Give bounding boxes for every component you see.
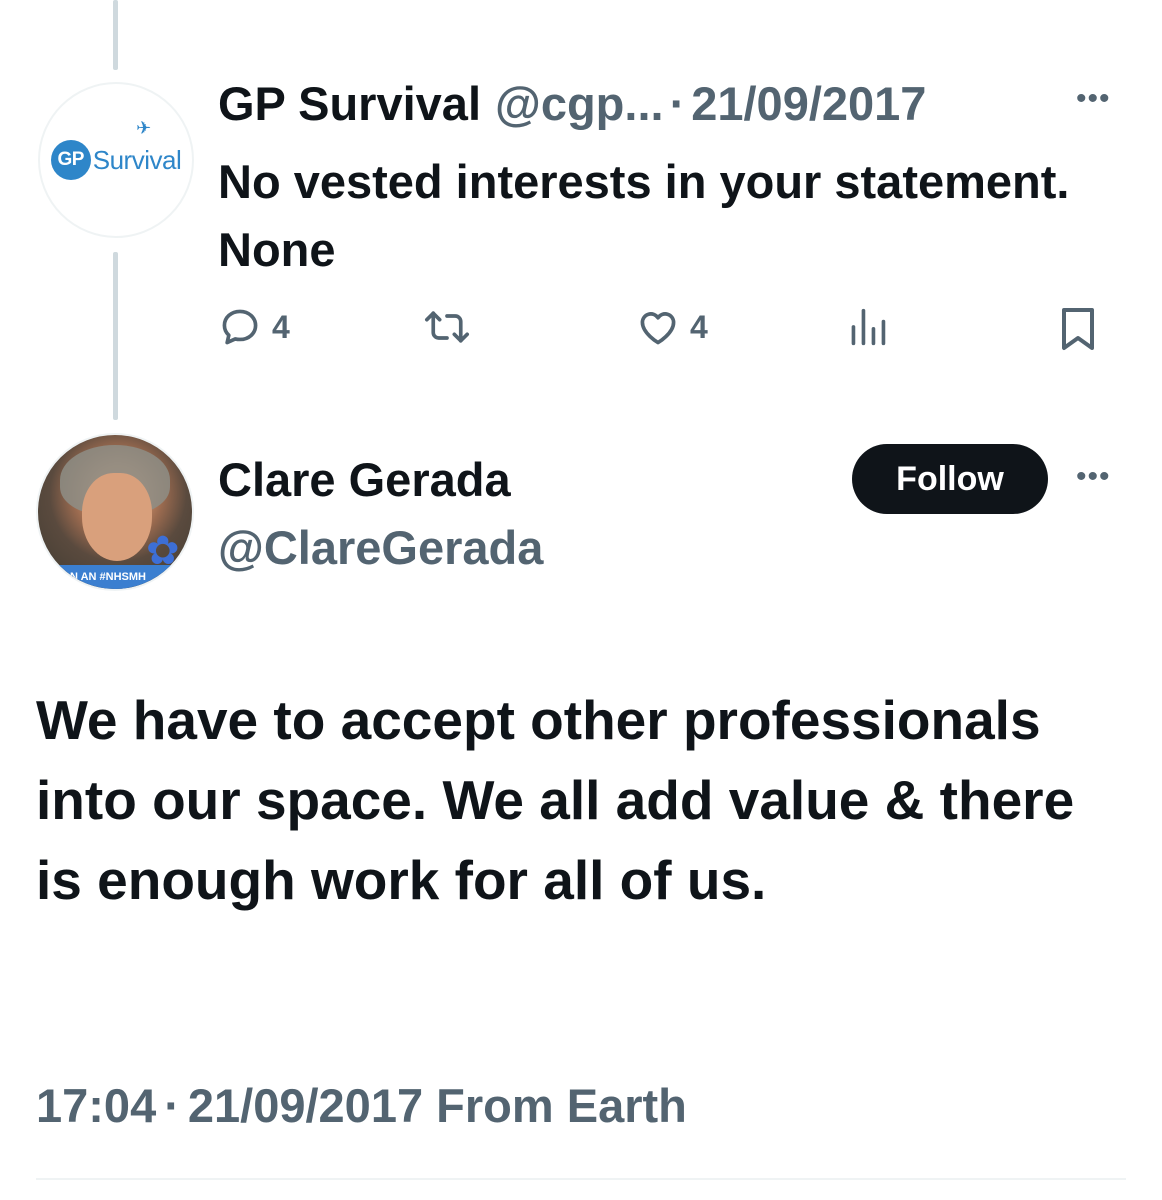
heart-icon bbox=[640, 312, 676, 345]
thread-connector bbox=[113, 252, 118, 420]
tweet-date[interactable]: 21/09/2017 bbox=[188, 1079, 423, 1132]
avatar-banner: N AN #NHSMH bbox=[38, 565, 192, 589]
separator-dot: · bbox=[669, 77, 686, 130]
bird-icon: ✈ bbox=[136, 118, 152, 138]
gp-logo-word: Survival bbox=[92, 144, 182, 175]
tweet1-actions: 4 4 bbox=[218, 305, 1102, 361]
gp-survival-logo: GP Survival ✈ bbox=[50, 118, 182, 180]
divider bbox=[36, 1178, 1126, 1180]
tweet1-header: GP Survival @cgp... · 21/09/2017 bbox=[218, 76, 926, 131]
author-name[interactable]: GP Survival bbox=[218, 76, 481, 131]
reply-icon bbox=[222, 309, 258, 345]
bookmark-button[interactable] bbox=[1056, 305, 1100, 353]
more-options-icon[interactable]: ••• bbox=[1076, 84, 1111, 114]
avatar-face bbox=[82, 473, 152, 561]
tweet-date[interactable]: 21/09/2017 bbox=[691, 76, 926, 131]
thread-connector-top bbox=[113, 0, 118, 70]
author-handle[interactable]: @cgp... bbox=[495, 76, 664, 131]
tweet-source: From Earth bbox=[436, 1079, 687, 1132]
reply-count: 4 bbox=[272, 308, 290, 345]
tweet2-text: We have to accept other professionals in… bbox=[36, 689, 1075, 911]
bookmark-icon bbox=[1062, 308, 1094, 350]
tweet-time[interactable]: 17:04 bbox=[36, 1079, 156, 1132]
gp-survival-avatar[interactable]: GP Survival ✈ bbox=[38, 82, 194, 238]
views-button[interactable] bbox=[848, 305, 888, 349]
tweet1-text: No vested interests in your statement. N… bbox=[218, 155, 1070, 276]
separator-dot: · bbox=[164, 1079, 180, 1132]
author-handle[interactable]: @ClareGerada bbox=[218, 520, 543, 575]
retweet-button[interactable] bbox=[423, 305, 471, 349]
reply-button[interactable]: 4 bbox=[218, 305, 290, 349]
tweet-metadata: 17:04 · 21/09/2017 From Earth bbox=[36, 1078, 687, 1133]
views-icon bbox=[851, 308, 886, 346]
follow-button[interactable]: Follow bbox=[852, 444, 1048, 514]
gp-logo-badge: GP bbox=[50, 140, 91, 180]
author-name[interactable]: Clare Gerada bbox=[218, 452, 511, 507]
retweet-icon bbox=[425, 311, 469, 343]
like-button[interactable]: 4 bbox=[636, 305, 708, 349]
like-count: 4 bbox=[690, 308, 708, 345]
clare-gerada-avatar[interactable]: ✿ N AN #NHSMH bbox=[36, 433, 194, 591]
more-options-icon[interactable]: ••• bbox=[1076, 462, 1111, 492]
